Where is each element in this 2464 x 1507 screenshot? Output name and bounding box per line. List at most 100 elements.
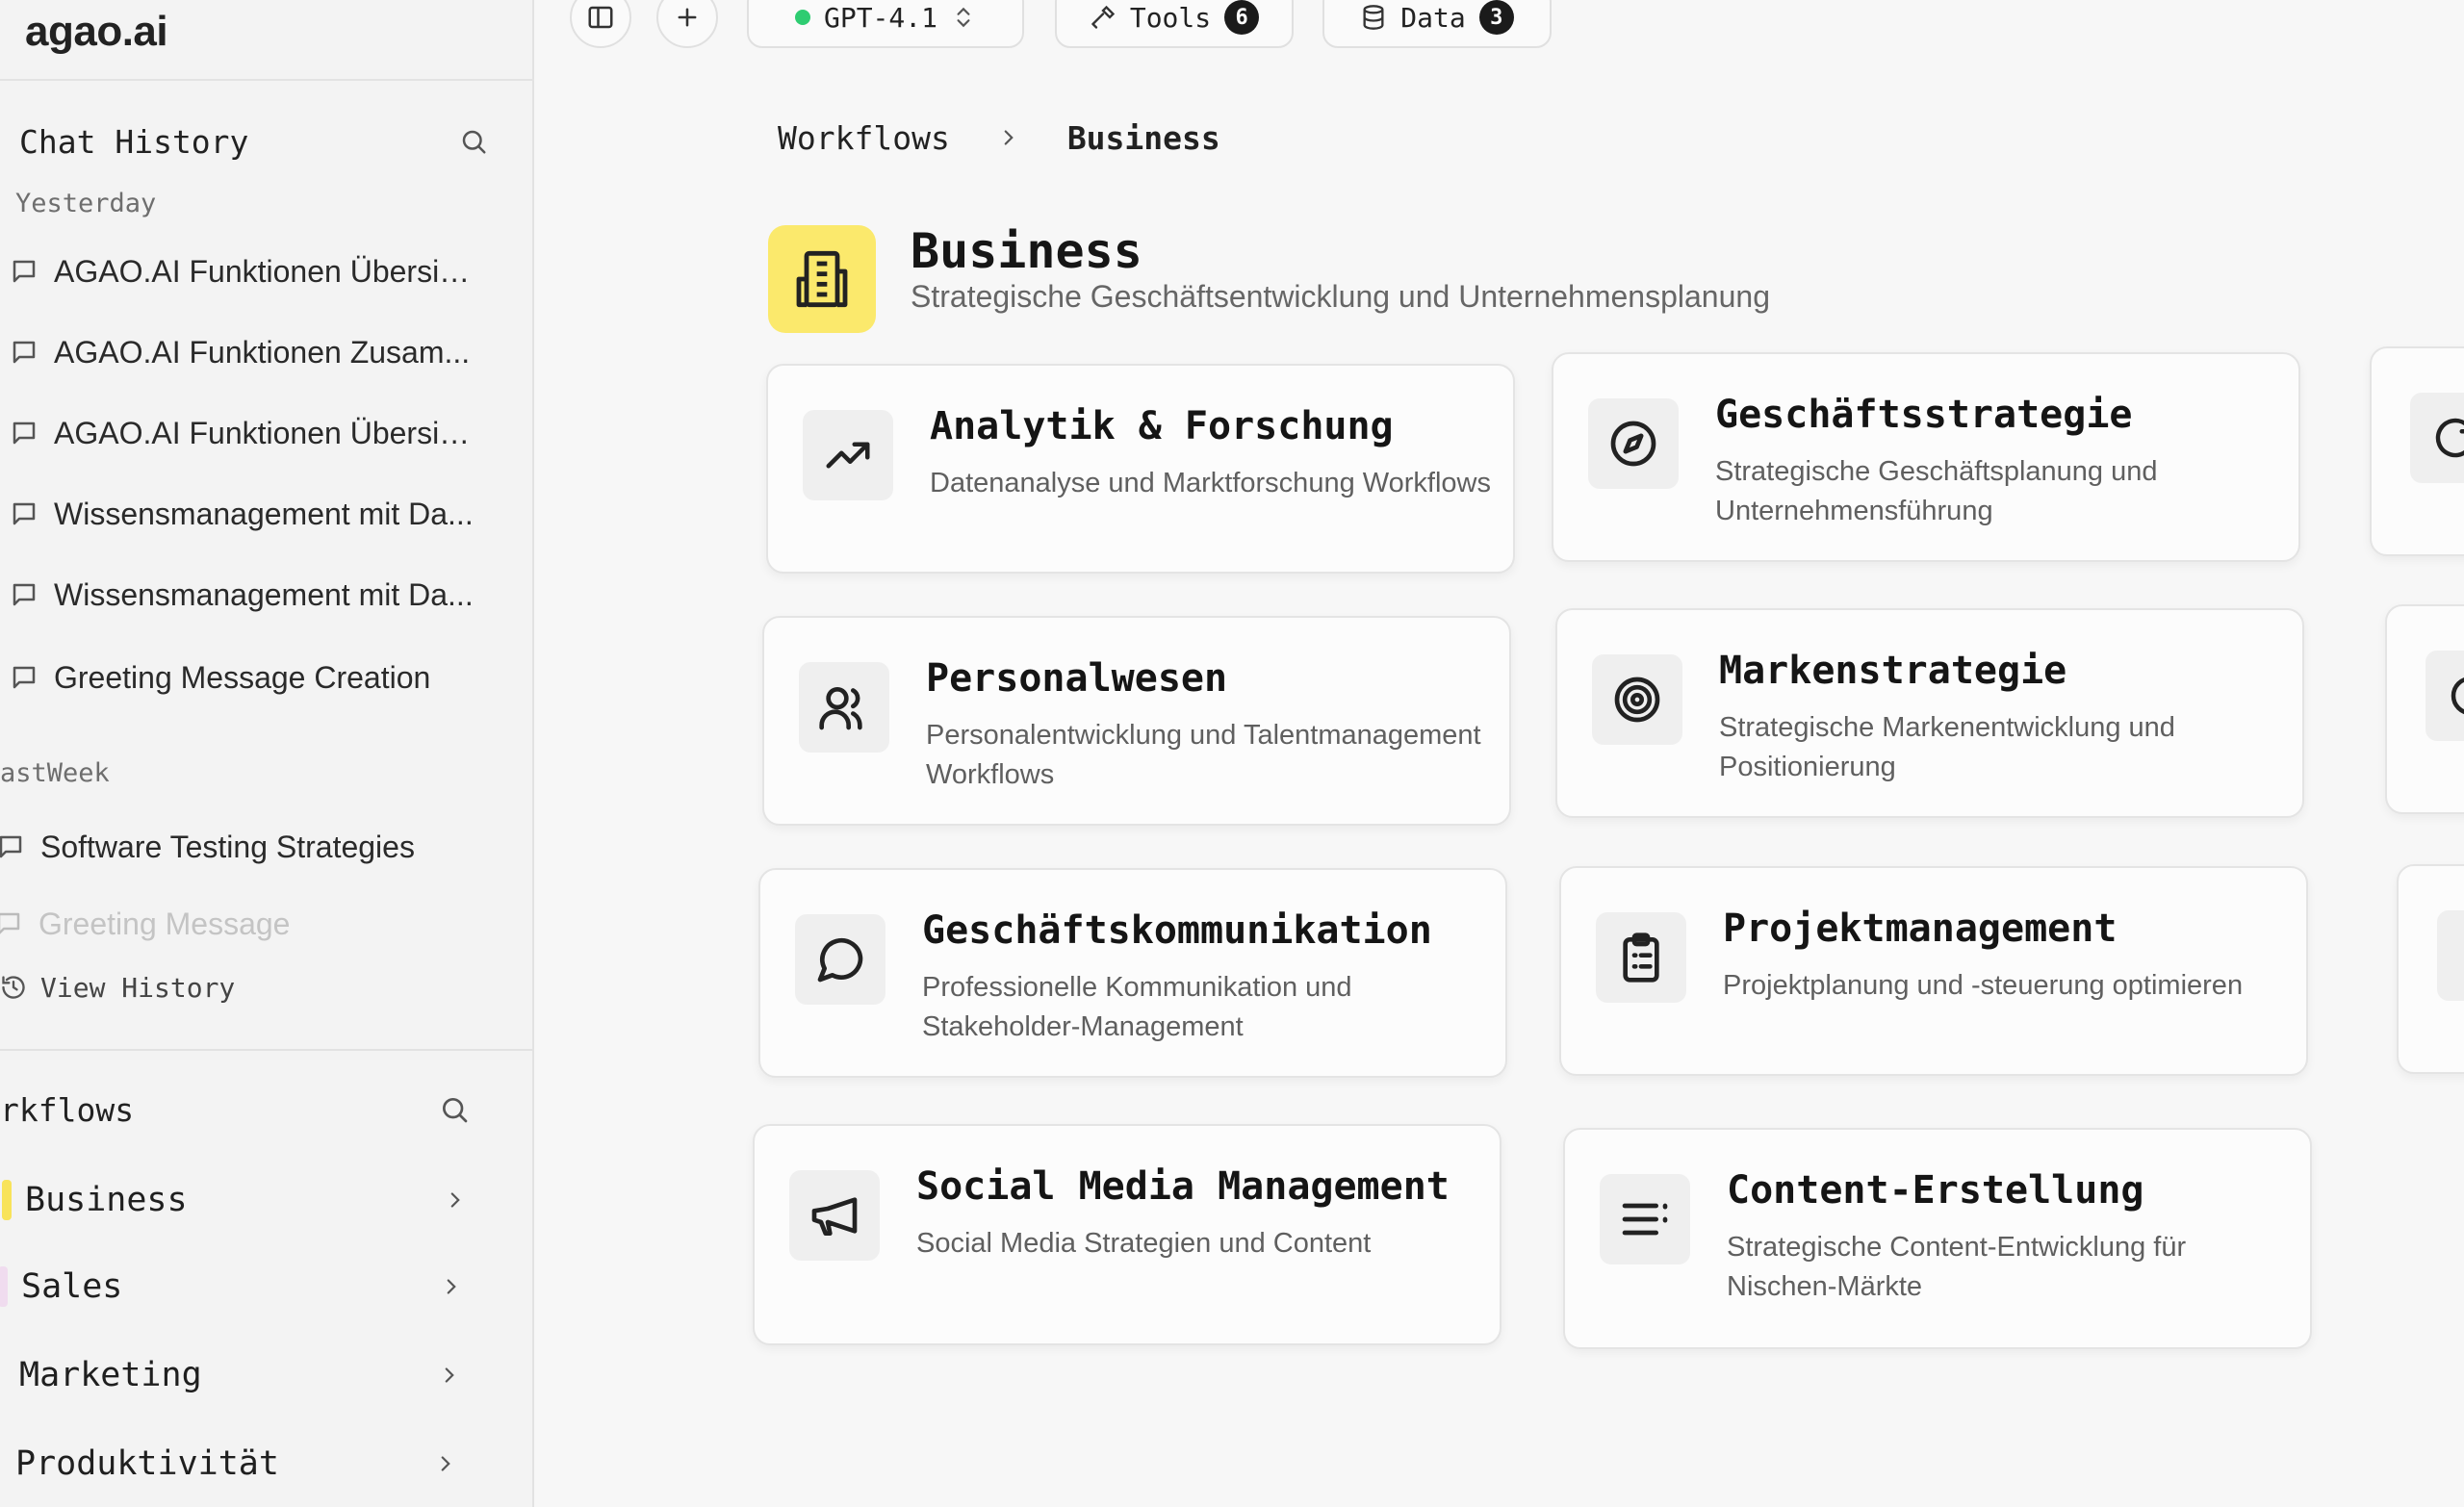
card-title: Content-Erstellung <box>1727 1168 2144 1213</box>
chat-icon <box>0 835 22 858</box>
workflow-card-markenstrategie[interactable]: Markenstrategie Strategische Markenentwi… <box>1555 608 2304 818</box>
trending-up-icon <box>803 410 893 500</box>
sidebar-item-label: Sales <box>21 1267 123 1306</box>
new-chat-button[interactable] <box>656 0 718 48</box>
sidebar-item-produktivitaet[interactable]: Produktivität <box>0 1432 468 1495</box>
chevron-right-icon <box>1004 130 1014 145</box>
chat-history-item[interactable]: AGAO.AI Funktionen Übersic... <box>10 406 491 460</box>
workflow-card-projektmanagement[interactable]: Projektmanagement Projektplanung und -st… <box>1559 866 2308 1076</box>
chat-history-item-label: Greeting Message Creation <box>54 659 431 695</box>
chat-icon <box>13 666 36 689</box>
chat-history-header: Chat History <box>19 117 491 166</box>
model-name: GPT-4.1 <box>823 1 937 34</box>
chat-history-item-label: AGAO.AI Funktionen Zusam... <box>54 334 471 370</box>
data-label: Data <box>1400 1 1466 34</box>
breadcrumb-current: Business <box>1066 118 1220 157</box>
card-title: Projektmanagement <box>1723 907 2118 951</box>
chat-history-item-label: AGAO.AI Funktionen Übersic... <box>54 253 477 289</box>
search-icon[interactable] <box>456 124 491 159</box>
data-count-badge: 3 <box>1478 0 1514 35</box>
card-description: Professionelle Kommunikation und Stakeho… <box>922 972 1352 1042</box>
divider <box>0 79 534 81</box>
chat-history-item-label: Greeting Message <box>38 906 291 941</box>
workflow-card-partial[interactable] <box>2397 864 2464 1074</box>
toggle-sidebar-button[interactable] <box>570 0 631 48</box>
card-description: Strategische Geschäftsplanung und Untern… <box>1715 456 2158 526</box>
chat-history-item[interactable]: Wissensmanagement mit Da... <box>10 487 491 541</box>
data-button[interactable]: Data 3 <box>1322 0 1552 48</box>
chat-icon <box>13 341 36 364</box>
chat-history-item[interactable]: AGAO.AI Funktionen Zusam... <box>10 325 491 379</box>
list-icon <box>1600 1174 1690 1264</box>
card-description: Social Media Strategien und Content <box>916 1228 1372 1259</box>
plus-icon <box>678 8 697 27</box>
view-history-label: View History <box>40 971 236 1004</box>
breadcrumb: Workflows Business <box>778 114 1220 162</box>
target-icon <box>1592 654 1682 745</box>
chat-history-item[interactable]: Greeting Message <box>0 903 475 945</box>
group-label-yesterday: Yesterday <box>15 189 157 218</box>
card-title: Geschäftskommunikation <box>922 908 1432 953</box>
message-circle-icon <box>795 914 886 1005</box>
workflow-card-partial[interactable] <box>2385 604 2464 814</box>
brand-logo[interactable]: agao.ai <box>25 8 168 56</box>
page-title: Business <box>911 223 1142 279</box>
breadcrumb-workflows-link[interactable]: Workflows <box>778 119 950 157</box>
workflow-card-geschaeftsstrategie[interactable]: Geschäftsstrategie Strategische Geschäft… <box>1552 352 2300 562</box>
megaphone-icon <box>789 1170 880 1261</box>
card-description: Personalentwicklung und Talentmanagement… <box>926 720 1481 790</box>
workflow-card-analytik[interactable]: Analytik & Forschung Datenanalyse und Ma… <box>766 364 1515 574</box>
sidebar: agao.ai Chat History Yesterday AGAO.AI F… <box>0 0 534 1507</box>
chat-history-item[interactable]: AGAO.AI Funktionen Übersic... <box>10 244 491 298</box>
chat-history-title: Chat History <box>19 122 249 161</box>
chevron-up-down-icon <box>957 7 970 28</box>
clipboard-icon <box>1596 912 1686 1003</box>
divider <box>0 1049 534 1051</box>
chat-icon <box>13 502 36 525</box>
chat-history-item-label: AGAO.AI Funktionen Übersic... <box>54 415 477 450</box>
search-icon[interactable] <box>437 1092 472 1127</box>
sidebar-item-label: Business <box>25 1181 188 1219</box>
sidebar-item-marketing[interactable]: Marketing <box>0 1343 472 1407</box>
workflow-card-geschaeftskommunikation[interactable]: Geschäftskommunikation Professionelle Ko… <box>758 868 1507 1078</box>
tools-button[interactable]: Tools 6 <box>1055 0 1294 48</box>
chat-history-item[interactable]: Wissensmanagement mit Da... <box>10 568 491 622</box>
sidebar-item-business[interactable]: Business <box>2 1168 477 1232</box>
category-marker <box>0 1266 8 1307</box>
sidebar-item-label: Marketing <box>19 1356 202 1394</box>
active-marker <box>2 1180 12 1220</box>
tools-count-badge: 6 <box>1224 0 1260 35</box>
database-icon <box>1363 5 1384 30</box>
view-history-link[interactable]: View History <box>0 966 235 1009</box>
chat-icon <box>13 260 36 283</box>
card-description: Strategische Markenentwicklung und Posit… <box>1719 712 2175 782</box>
card-title: Markenstrategie <box>1719 649 2067 693</box>
tools-label: Tools <box>1129 1 1212 34</box>
workflow-card-content-erstellung[interactable]: Content-Erstellung Strategische Content-… <box>1563 1128 2312 1349</box>
workflow-card-personalwesen[interactable]: Personalwesen Personalentwicklung und Ta… <box>762 616 1511 826</box>
history-icon <box>2 976 25 999</box>
chat-history-item[interactable]: Software Testing Strategies <box>0 820 477 874</box>
model-selector[interactable]: GPT-4.1 <box>747 0 1024 48</box>
sidebar-item-sales[interactable]: Sales <box>0 1255 474 1318</box>
chat-history-item-label: Software Testing Strategies <box>40 829 415 864</box>
building-icon <box>768 225 876 333</box>
circle-icon <box>2426 651 2464 741</box>
card-description: Datenanalyse und Marktforschung Workflow… <box>930 468 1491 498</box>
group-label-last-week: astWeek <box>0 758 110 788</box>
hammer-icon <box>1091 5 1115 29</box>
card-title: Personalwesen <box>926 656 1228 701</box>
chat-history-item-label: Wissensmanagement mit Da... <box>54 496 474 531</box>
chevron-right-icon <box>450 1192 460 1208</box>
sidebar-item-label: Produktivität <box>15 1444 279 1483</box>
card-title: Geschäftsstrategie <box>1715 393 2133 437</box>
chat-history-item[interactable]: Greeting Message Creation <box>10 651 491 704</box>
card-description: Strategische Content-Entwicklung für Nis… <box>1727 1232 2187 1302</box>
chat-icon <box>13 583 36 606</box>
workflow-card-partial[interactable] <box>2370 346 2464 556</box>
chat-icon <box>13 421 36 445</box>
chat-history-item-label: Wissensmanagement mit Da... <box>54 576 474 612</box>
chevron-right-icon <box>447 1279 456 1294</box>
workflow-card-social-media[interactable]: Social Media Management Social Media Str… <box>753 1124 1502 1345</box>
card-title: Analytik & Forschung <box>930 404 1394 448</box>
